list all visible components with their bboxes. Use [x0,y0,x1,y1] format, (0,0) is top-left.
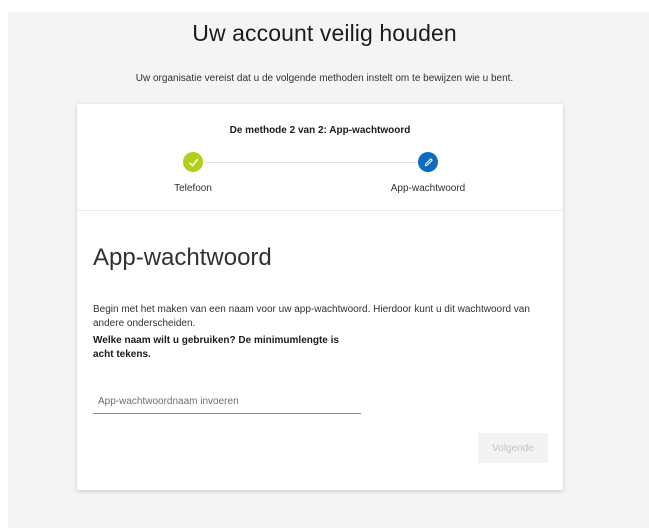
section-heading: App-wachtwoord [93,244,272,271]
checkmark-icon [188,158,198,166]
step-caption: De methode 2 van 2: App-wachtwoord [229,125,411,136]
app-password-name-input[interactable] [93,390,361,414]
top-band [0,0,649,12]
step-label-telefoon: Telefoon [174,183,212,194]
setup-card: De methode 2 van 2: App-wachtwoord Telef… [77,104,563,490]
next-button[interactable]: Volgende [478,433,548,463]
step-active-indicator [418,152,438,172]
form-description: Begin met het maken van een naam voor uw… [93,304,530,329]
step-completed-indicator [183,152,203,172]
step-label-app-wachtwoord: App-wachtwoord [390,183,466,194]
page-title: Uw account veilig houden [192,20,457,46]
card-divider [77,210,563,211]
step-connector-line [204,162,426,163]
pencil-icon [424,157,433,166]
page-subtitle: Uw organisatie vereist dat u de volgende… [135,73,514,84]
name-question-label: Welke naam wilt u gebruiken? De minimuml… [93,335,339,360]
